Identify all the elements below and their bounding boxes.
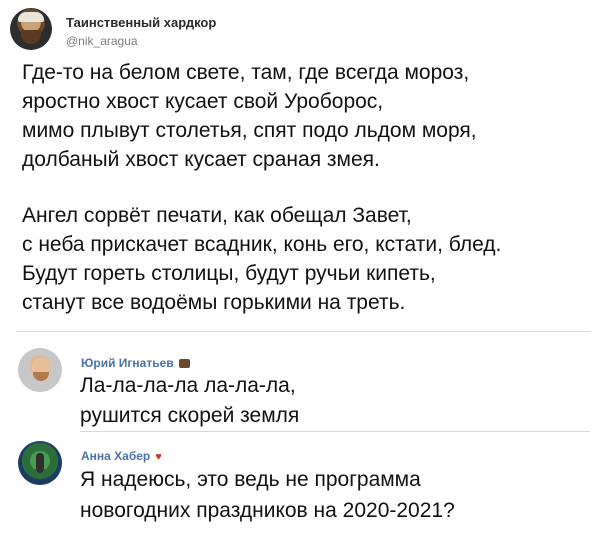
poem-line: с неба прискачет всадник, конь его, кста…: [22, 233, 502, 256]
avatar-beard: [21, 30, 41, 44]
author-avatar[interactable]: [10, 8, 52, 50]
commenter-name-row: Анна Хабер ♥: [81, 449, 162, 463]
author-name[interactable]: Таинственный хардкор: [66, 15, 216, 30]
briefcase-icon: [178, 359, 190, 369]
commenter-name[interactable]: Юрий Игнатьев: [81, 356, 174, 370]
poem-line: станут все водоёмы горькими на треть.: [22, 291, 406, 314]
commenter-avatar[interactable]: [18, 348, 62, 392]
avatar-beard: [33, 372, 49, 381]
poem-line: яростно хвост кусает свой Уроборос,: [22, 90, 384, 113]
avatar-figure: [36, 453, 44, 473]
poem-line: Ангел сорвёт печати, как обещал Завет,: [22, 204, 412, 227]
stanza-1: Где-то на белом свете, там, где всегда м…: [22, 58, 597, 174]
divider: [16, 331, 590, 332]
commenter-avatar[interactable]: [18, 441, 62, 485]
poem-line: долбаный хвост кусает сраная змея.: [22, 148, 380, 171]
author-handle[interactable]: @nik_aragua: [66, 34, 138, 48]
poem-line: Будут гореть столицы, будут ручьи кипеть…: [22, 262, 436, 285]
stanza-2: Ангел сорвёт печати, как обещал Завет, с…: [22, 201, 597, 317]
poem-line: мимо плывут столетья, спят подо льдом мо…: [22, 119, 477, 142]
divider: [80, 431, 590, 432]
comment-line: рушится скорей земля: [80, 404, 300, 427]
heart-arrow-icon: ♥: [155, 450, 162, 463]
avatar-hat: [18, 12, 44, 22]
comment-text: Ла-ла-ла-ла ла-ла-ла, рушится скорей зем…: [80, 371, 299, 431]
tweet-text: Где-то на белом свете, там, где всегда м…: [22, 58, 597, 317]
comment-line: Я надеюсь, это ведь не программа: [80, 468, 421, 491]
comment-line: новогодних праздников на 2020-2021?: [80, 499, 455, 522]
commenter-name[interactable]: Анна Хабер: [81, 449, 150, 463]
comment-line: Ла-ла-ла-ла ла-ла-ла,: [80, 374, 296, 397]
comment-text: Я надеюсь, это ведь не программа новогод…: [80, 464, 455, 526]
commenter-name-row: Юрий Игнатьев: [81, 356, 190, 370]
poem-line: Где-то на белом свете, там, где всегда м…: [22, 61, 470, 84]
